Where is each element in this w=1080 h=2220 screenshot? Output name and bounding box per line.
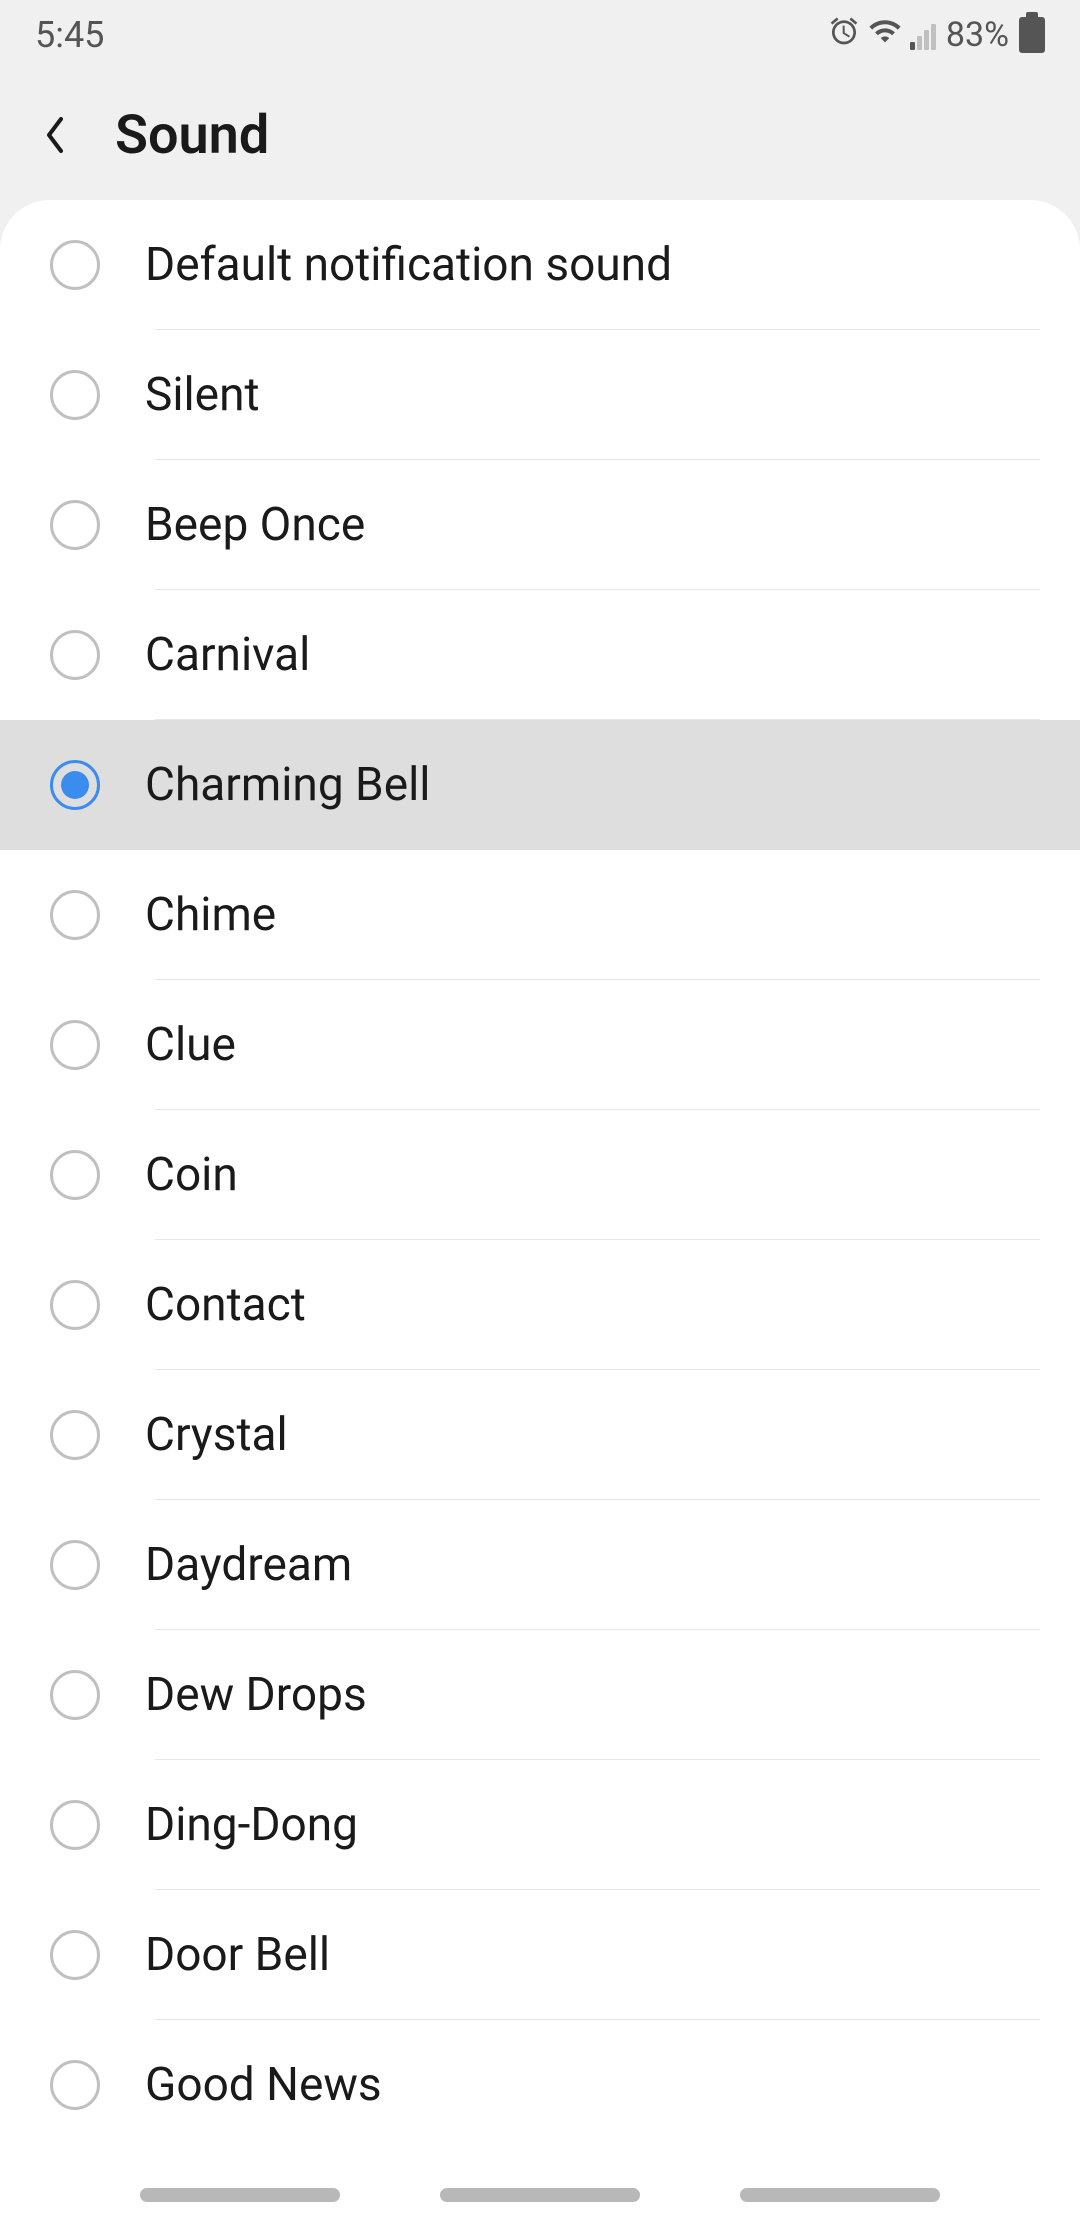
- sound-option[interactable]: Coin: [0, 1110, 1080, 1240]
- sound-label: Daydream: [145, 1538, 352, 1592]
- wifi-icon: [868, 14, 902, 57]
- sound-label: Crystal: [145, 1408, 288, 1462]
- battery-icon: [1019, 17, 1045, 53]
- sound-label: Contact: [145, 1278, 306, 1332]
- radio-button[interactable]: [50, 1280, 100, 1330]
- sound-label: Dew Drops: [145, 1668, 367, 1722]
- radio-button[interactable]: [50, 760, 100, 810]
- sound-option[interactable]: Daydream: [0, 1500, 1080, 1630]
- sound-label: Carnival: [145, 628, 310, 682]
- sound-label: Coin: [145, 1148, 238, 1202]
- sound-option[interactable]: Door Bell: [0, 1890, 1080, 2020]
- sound-label: Chime: [145, 888, 276, 942]
- radio-button[interactable]: [50, 1540, 100, 1590]
- sound-label: Door Bell: [145, 1928, 330, 1982]
- radio-button[interactable]: [50, 370, 100, 420]
- radio-button[interactable]: [50, 1670, 100, 1720]
- sound-label: Charming Bell: [145, 758, 430, 812]
- nav-home[interactable]: [440, 2188, 640, 2202]
- header: Sound: [0, 70, 1080, 200]
- sound-label: Default notification sound: [145, 238, 672, 292]
- sound-option[interactable]: Dew Drops: [0, 1630, 1080, 1760]
- page-title: Sound: [115, 104, 269, 167]
- sound-label: Good News: [145, 2058, 382, 2112]
- sound-option[interactable]: Contact: [0, 1240, 1080, 1370]
- sound-option[interactable]: Good News: [0, 2020, 1080, 2150]
- sound-option[interactable]: Charming Bell: [0, 720, 1080, 850]
- back-button[interactable]: [35, 115, 75, 155]
- radio-inner: [61, 771, 89, 799]
- radio-button[interactable]: [50, 500, 100, 550]
- radio-button[interactable]: [50, 630, 100, 680]
- sound-option[interactable]: Carnival: [0, 590, 1080, 720]
- sound-label: Silent: [145, 368, 260, 422]
- radio-button[interactable]: [50, 1150, 100, 1200]
- sound-option[interactable]: Default notification sound: [0, 200, 1080, 330]
- radio-button[interactable]: [50, 240, 100, 290]
- radio-button[interactable]: [50, 2060, 100, 2110]
- sound-label: Ding-Dong: [145, 1798, 358, 1852]
- sound-label: Beep Once: [145, 498, 365, 552]
- status-bar: 5:45 83%: [0, 0, 1080, 70]
- status-time: 5:45: [35, 14, 104, 56]
- sound-option[interactable]: Crystal: [0, 1370, 1080, 1500]
- radio-button[interactable]: [50, 1930, 100, 1980]
- signal-icon: [910, 20, 936, 50]
- chevron-left-icon: [43, 115, 67, 155]
- nav-back[interactable]: [740, 2188, 940, 2202]
- sound-option[interactable]: Silent: [0, 330, 1080, 460]
- sound-list: Default notification sound Silent Beep Onc…: [0, 200, 1080, 2220]
- battery-percent: 83%: [946, 15, 1009, 55]
- radio-button[interactable]: [50, 1410, 100, 1460]
- radio-button[interactable]: [50, 890, 100, 940]
- radio-button[interactable]: [50, 1800, 100, 1850]
- sound-option[interactable]: Beep Once: [0, 460, 1080, 590]
- sound-option[interactable]: Chime: [0, 850, 1080, 980]
- status-icons: [828, 14, 936, 57]
- radio-button[interactable]: [50, 1020, 100, 1070]
- nav-recents[interactable]: [140, 2188, 340, 2202]
- sound-option[interactable]: Clue: [0, 980, 1080, 1110]
- alarm-icon: [828, 15, 860, 56]
- status-right: 83%: [828, 14, 1045, 57]
- nav-bar: [0, 2170, 1080, 2220]
- sound-label: Clue: [145, 1018, 236, 1072]
- sound-option[interactable]: Ding-Dong: [0, 1760, 1080, 1890]
